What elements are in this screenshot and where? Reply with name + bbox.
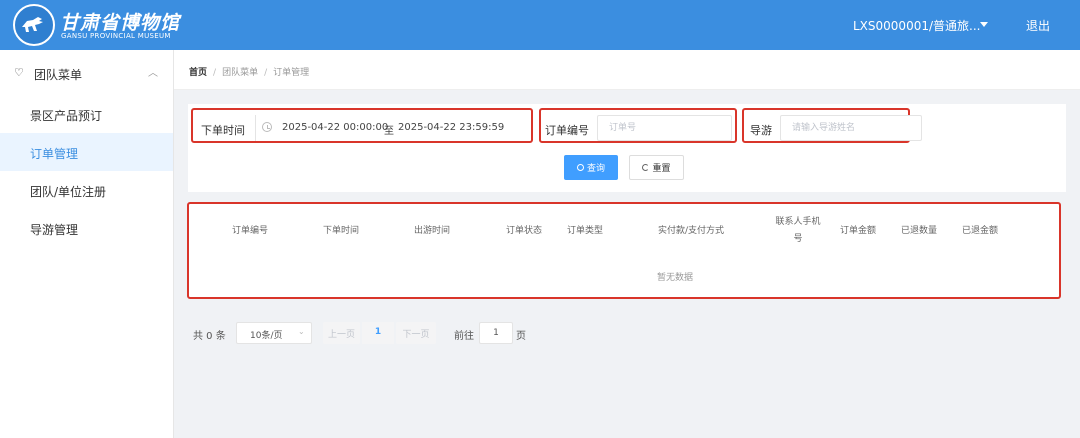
page-size-select[interactable]: 10条/页 ⌄	[236, 322, 312, 344]
breadcrumb-home[interactable]: 首页	[189, 68, 207, 78]
current-page[interactable]: 1	[362, 322, 394, 344]
sidebar: ♡ 团队菜单 ︿ 景区产品预订 订单管理 团队/单位注册 导游管理	[0, 50, 174, 438]
chevron-down-icon[interactable]	[980, 22, 988, 27]
goto-page-input[interactable]	[479, 322, 513, 344]
page-unit-label: 页	[516, 331, 526, 342]
guide-name-input[interactable]	[780, 115, 922, 141]
sidebar-item-team-registration[interactable]: 团队/单位注册	[0, 171, 173, 209]
next-page-button[interactable]: 下一页	[396, 322, 436, 344]
order-no-input[interactable]	[597, 115, 732, 141]
breadcrumb: 首页 / 团队菜单 / 订单管理	[189, 68, 310, 78]
empty-state-text: 暂无数据	[657, 273, 694, 283]
breadcrumb-bar	[174, 50, 1080, 90]
column-header: 订单状态	[506, 226, 543, 236]
reset-button[interactable]: 重置	[629, 155, 684, 180]
pagination-total: 共 0 条	[193, 331, 226, 342]
date-range-picker[interactable]: 2025-04-22 00:00:00 至 2025-04-22 23:59:5…	[255, 115, 527, 141]
order-time-label: 下单时间	[201, 124, 245, 137]
sidebar-item-guide-management[interactable]: 导游管理	[0, 209, 173, 247]
column-header: 实付款/支付方式	[658, 226, 725, 236]
sidebar-group-team-menu[interactable]: ♡ 团队菜单 ︿	[0, 60, 174, 86]
date-end: 2025-04-22 23:59:59	[398, 122, 505, 133]
column-header-contact: 联系人手机 号	[775, 217, 821, 244]
column-header: 订单编号	[232, 226, 269, 236]
date-start: 2025-04-22 00:00:00	[282, 122, 389, 133]
sidebar-item-order-management[interactable]: 订单管理	[0, 133, 173, 171]
search-icon	[576, 164, 584, 171]
breadcrumb-current: 订单管理	[273, 68, 310, 78]
chevron-down-icon: ⌄	[298, 327, 305, 336]
prev-page-button[interactable]: 上一页	[323, 322, 360, 344]
guide-label: 导游	[750, 124, 772, 137]
column-header: 下单时间	[323, 226, 360, 236]
clock-icon	[262, 122, 272, 132]
date-separator: 至	[384, 126, 394, 137]
museum-name: 甘肃省博物馆	[60, 12, 181, 34]
breadcrumb-team-menu: 团队菜单	[222, 68, 259, 78]
highlight-table	[187, 202, 1061, 299]
column-header: 已退金额	[962, 226, 999, 236]
user-account-menu[interactable]: LXS0000001/普通旅...	[853, 17, 980, 34]
order-no-label: 订单编号	[545, 124, 589, 137]
sidebar-item-scenic-booking[interactable]: 景区产品预订	[0, 95, 173, 133]
column-header: 已退数量	[901, 226, 938, 236]
museum-logo-icon	[13, 4, 55, 46]
column-header: 订单类型	[567, 226, 604, 236]
top-header: 甘肃省博物馆 GANSU PROVINCIAL MUSEUM LXS000000…	[0, 0, 1080, 50]
heart-icon: ♡	[14, 66, 24, 79]
chevron-up-icon: ︿	[148, 68, 158, 79]
column-header: 订单金额	[840, 226, 877, 236]
refresh-icon	[642, 164, 650, 171]
goto-label: 前往	[454, 331, 474, 342]
museum-subtitle: GANSU PROVINCIAL MUSEUM	[61, 32, 171, 40]
sidebar-group-label: 团队菜单	[34, 68, 83, 82]
query-button[interactable]: 查询	[564, 155, 618, 180]
column-header: 出游时间	[414, 226, 451, 236]
logout-button[interactable]: 退出	[1026, 17, 1050, 34]
